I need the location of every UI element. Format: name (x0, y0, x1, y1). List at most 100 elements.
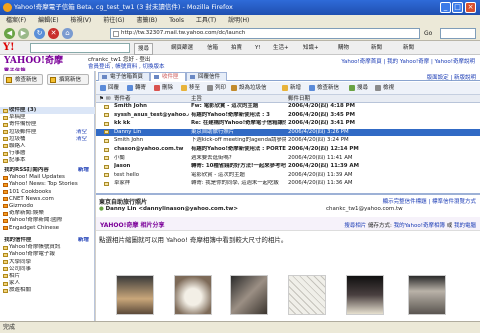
view-button[interactable]: 檢視 (374, 84, 394, 93)
table-row[interactable]: Smith John 下週kick-off meeting的agenda請參閱 20… (96, 137, 480, 144)
search-button[interactable]: 搜尋 (348, 84, 368, 93)
check-new-mail-button[interactable]: 檢查新信 (308, 84, 339, 93)
my-folder-item[interactable]: 大學同學 (0, 259, 95, 266)
my-computer-link[interactable]: 我的電腦 (454, 223, 476, 229)
back-icon[interactable]: ◀ (4, 28, 15, 39)
minimize-button[interactable]: _ (440, 2, 451, 13)
close-window-button[interactable]: × (465, 2, 476, 13)
feed-item[interactable]: Yahoo! Mail Updates (0, 174, 95, 181)
photo-thumbnail[interactable] (174, 275, 212, 315)
forward-button[interactable]: 轉寄 (126, 84, 146, 93)
my-folder-item[interactable]: 公司同事 (0, 266, 95, 273)
my-folder-item[interactable]: 旅遊相關 (0, 287, 95, 294)
maximize-button[interactable]: □ (452, 2, 463, 13)
folder-contacts[interactable]: 聯絡人 (0, 143, 95, 150)
folder-drafts[interactable]: 草稿匣 (0, 114, 95, 121)
reload-icon[interactable]: ↻ (34, 28, 45, 39)
menu-tools-en[interactable]: Tools (169, 17, 184, 24)
menu-go[interactable]: 前往(G) (103, 17, 124, 24)
go-button[interactable]: Go (424, 28, 432, 39)
toolbar-item-auction[interactable]: 拍賣 (228, 43, 245, 53)
home-icon[interactable]: ⌂ (62, 28, 73, 39)
toolbar-item-mail[interactable]: 信箱 (204, 43, 221, 53)
toolbar-item-y[interactable]: Y! (252, 43, 264, 53)
browser-search-input[interactable] (440, 28, 476, 39)
preview-from[interactable]: ● Danny Lin <dannylinason@yahoo.com.tw> (99, 206, 238, 212)
empty-trash-link[interactable]: 清空 (76, 136, 87, 143)
photo-thumbnail[interactable] (116, 275, 154, 315)
folder-trash[interactable]: 垃圾桶 清空 (0, 136, 95, 143)
my-folder-item[interactable]: Yahoo!奇摩帳號資訊 (0, 244, 95, 251)
table-row[interactable]: chason@yahoo.com.tw 有趣的Yahoo!奇摩新使用法 : POR… (96, 146, 480, 153)
layout-links[interactable]: 版面設定 | 新版說明 (427, 73, 476, 81)
yahoo-search-button[interactable]: 搜尋 (134, 43, 154, 55)
feed-item[interactable]: 奇摩新聞:娛樂 (0, 210, 95, 217)
column-date[interactable]: 郵件日期 (288, 95, 310, 103)
add-feed-link[interactable]: 新增 (78, 167, 89, 174)
menu-view[interactable]: 檢視(V) (70, 17, 91, 24)
menu-help[interactable]: 說明(H) (228, 17, 249, 24)
search-photos-link[interactable]: 搜尋相片 (344, 223, 366, 229)
feed-item[interactable]: Yahoo!奇摩新聞:國際 (0, 217, 95, 224)
table-row[interactable]: 小蘭 週末要去逛街嗎? 2006/4/20(四) 11:41 AM (96, 155, 480, 162)
photo-thumbnail[interactable] (288, 275, 326, 315)
my-folder-item[interactable]: 相片 (0, 273, 95, 280)
tab-reply[interactable]: 回覆信件 (186, 72, 228, 81)
account-links[interactable]: 會員登出 , 帳號資料 , 切換版本 (88, 64, 165, 70)
my-album-link[interactable]: 我的Yahoo!奇摩相簿 (394, 223, 445, 229)
preview-header-links[interactable]: 顯示完整信件標題 | 標準信件瀏覽方式 (383, 197, 476, 205)
menu-file[interactable]: 檔案(F) (6, 17, 26, 24)
feed-item[interactable]: Engadget Chinese (0, 225, 95, 232)
toolbar-item-news-2[interactable]: 新聞 (400, 43, 417, 53)
print-button[interactable]: 列印 (206, 84, 226, 93)
folder-sent[interactable]: 寄件備份匣 (0, 121, 95, 128)
photo-thumbnail[interactable] (230, 275, 268, 315)
photo-thumbnail[interactable] (408, 275, 446, 315)
forward-icon[interactable]: ▶ (18, 28, 29, 39)
table-row[interactable]: syssh_asus_test@yahoo.c… 有趣的Yahoo!奇摩新使用法 … (96, 112, 480, 119)
feed-item[interactable]: Yahoo! News: Top Stories (0, 181, 95, 188)
feed-item[interactable]: CNET News.com (0, 196, 95, 203)
menu-edit[interactable]: 編輯(E) (38, 17, 58, 24)
delete-button[interactable]: 刪除 (153, 84, 173, 93)
folder-notepad[interactable]: 記事本 (0, 157, 95, 164)
check-mail-button[interactable]: 檢查新信 (3, 74, 43, 85)
url-field[interactable]: http://tw.32307.mail.tw.yahoo.com/dc/lau… (110, 28, 420, 39)
folder-inbox[interactable]: 收件匣 (3) (0, 107, 95, 115)
column-from[interactable]: 寄件者 (114, 95, 131, 103)
yahoo-logo[interactable]: Y! (3, 42, 15, 53)
toolbar-item-filter[interactable]: 網頁篩選 (168, 43, 196, 53)
add-folder-link[interactable]: 新增 (78, 237, 89, 244)
compose-button[interactable]: 撰寫新信 (47, 74, 89, 85)
attach-column-icon[interactable]: ✉ (106, 95, 111, 103)
toolbar-item-news[interactable]: 新聞 (368, 43, 385, 53)
tab-inbox[interactable]: 收件匣 (150, 72, 186, 81)
table-row[interactable]: 卓家祥 轉寄: 我是你的同學, 這週末一起吃飯 2006/4/20(四) 11:36… (96, 180, 480, 187)
table-row[interactable]: Danny Lin 東京自助旅行照片 2006/4/20(四) 3:26 PM (96, 128, 480, 137)
table-row[interactable]: test hello 電影欣賞 - 這次的主題 2006/4/20(四) 11:39… (96, 172, 480, 179)
mark-spam-button[interactable]: 設為垃圾信 (230, 84, 267, 93)
menu-tools[interactable]: 工具(T) (196, 17, 216, 24)
toolbar-item-knowledge[interactable]: 知識+ (300, 43, 322, 53)
new-button[interactable]: 新增 (281, 84, 301, 93)
yahoo-toolbar-search-input[interactable] (30, 43, 130, 53)
column-subject[interactable]: 主旨 (191, 95, 202, 103)
stop-icon[interactable]: ✕ (48, 28, 59, 39)
empty-spam-link[interactable]: 清空 (76, 129, 87, 136)
my-folder-item[interactable]: Yahoo!奇摩電子報 (0, 251, 95, 258)
my-folder-item[interactable]: 家人 (0, 280, 95, 287)
folder-calendar[interactable]: 行事曆 (0, 150, 95, 157)
flag-column-icon[interactable]: ⚑ (99, 95, 104, 103)
folder-spam[interactable]: 垃圾郵件匣 清空 (0, 129, 95, 136)
reply-button[interactable]: 回覆 (99, 84, 119, 93)
table-row[interactable]: kk kk Re: 在建構的Yahoo!奇摩電子信箱讓你最輕鬆2006/4/20(… (96, 120, 480, 127)
toolbar-item-life[interactable]: 生活+ (270, 43, 292, 53)
top-links[interactable]: Yahoo!奇摩首頁 | 我的 Yahoo!奇摩 | Yahoo!奇摩說明 (341, 57, 475, 65)
move-button[interactable]: 移至 (180, 84, 200, 93)
toolbar-item-shopping[interactable]: 購物 (335, 43, 352, 53)
menu-bookmarks[interactable]: 書籤(B) (136, 17, 157, 24)
tab-mail-home[interactable]: 電子信箱首頁 (98, 72, 151, 81)
feed-item[interactable]: Gizmodo (0, 203, 95, 210)
table-row[interactable]: Jason 轉寄: 10種省錢的好方法!一起來參考吧 2006/4/20(四) 11… (96, 163, 480, 170)
feed-item[interactable]: 101 Cookbooks (0, 189, 95, 196)
